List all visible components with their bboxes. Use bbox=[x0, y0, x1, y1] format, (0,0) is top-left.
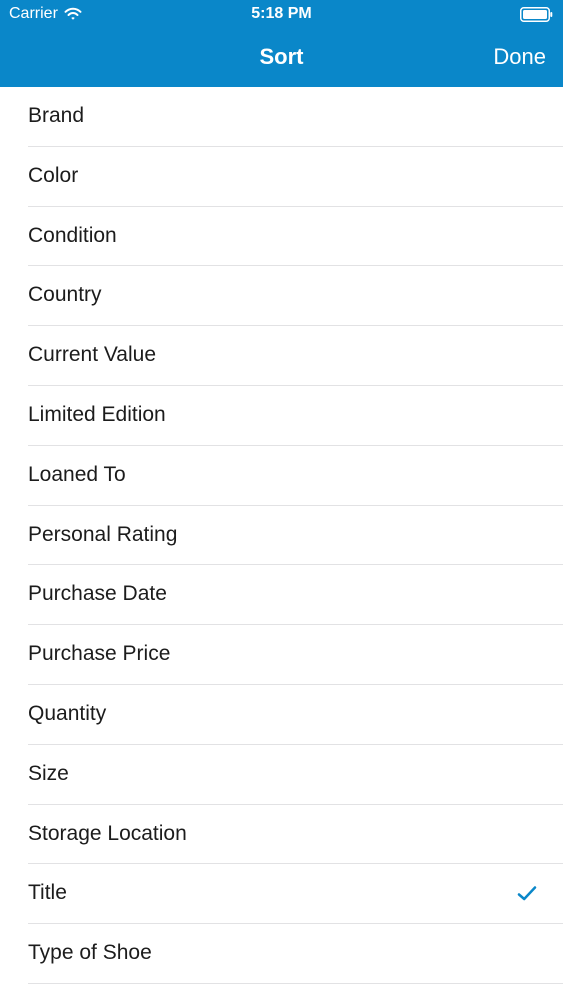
status-bar: Carrier 5:18 PM bbox=[0, 0, 563, 30]
battery-icon bbox=[520, 7, 553, 22]
sort-options-list: Brand Color Condition Country Current Va… bbox=[0, 87, 563, 984]
sort-option-label: Personal Rating bbox=[28, 522, 178, 546]
sort-option-label: Limited Edition bbox=[28, 402, 166, 426]
sort-option-condition[interactable]: Condition bbox=[0, 207, 563, 267]
sort-option-label: Type of Shoe bbox=[28, 941, 152, 965]
checkmark-icon bbox=[517, 886, 537, 901]
sort-option-label: Country bbox=[28, 283, 102, 307]
sort-option-label: Purchase Date bbox=[28, 582, 167, 606]
sort-option-size[interactable]: Size bbox=[0, 745, 563, 805]
sort-option-purchase-price[interactable]: Purchase Price bbox=[0, 625, 563, 685]
sort-option-storage-location[interactable]: Storage Location bbox=[0, 805, 563, 865]
sort-option-personal-rating[interactable]: Personal Rating bbox=[0, 506, 563, 566]
sort-option-label: Loaned To bbox=[28, 462, 126, 486]
sort-option-brand[interactable]: Brand bbox=[0, 87, 563, 147]
top-bar: Carrier 5:18 PM Sort Done bbox=[0, 0, 563, 87]
sort-option-purchase-date[interactable]: Purchase Date bbox=[0, 565, 563, 625]
sort-option-label: Brand bbox=[28, 104, 85, 127]
sort-option-label: Purchase Price bbox=[28, 642, 171, 666]
sort-option-type-of-shoe[interactable]: Type of Shoe bbox=[0, 924, 563, 984]
navigation-bar: Sort Done bbox=[0, 30, 563, 87]
sort-option-label: Current Value bbox=[28, 343, 157, 367]
sort-option-label: Storage Location bbox=[28, 821, 187, 845]
status-time: 5:18 PM bbox=[251, 5, 312, 22]
sort-option-label: Quantity bbox=[28, 701, 107, 725]
sort-option-quantity[interactable]: Quantity bbox=[0, 685, 563, 745]
sort-option-title[interactable]: Title bbox=[0, 864, 563, 924]
sort-option-loaned-to[interactable]: Loaned To bbox=[0, 446, 563, 506]
page-title: Sort bbox=[259, 44, 304, 69]
sort-option-color[interactable]: Color bbox=[0, 147, 563, 207]
sort-option-label: Condition bbox=[28, 223, 117, 247]
sort-option-country[interactable]: Country bbox=[0, 266, 563, 326]
done-button[interactable]: Done bbox=[493, 44, 546, 70]
sort-option-current-value[interactable]: Current Value bbox=[0, 326, 563, 386]
sort-option-limited-edition[interactable]: Limited Edition bbox=[0, 386, 563, 446]
sort-screen: Carrier 5:18 PM Sort Done Brand Color Co… bbox=[0, 0, 563, 1000]
sort-option-label: Size bbox=[28, 761, 69, 785]
sort-option-label: Color bbox=[28, 163, 79, 187]
sort-option-label: Title bbox=[28, 881, 67, 905]
